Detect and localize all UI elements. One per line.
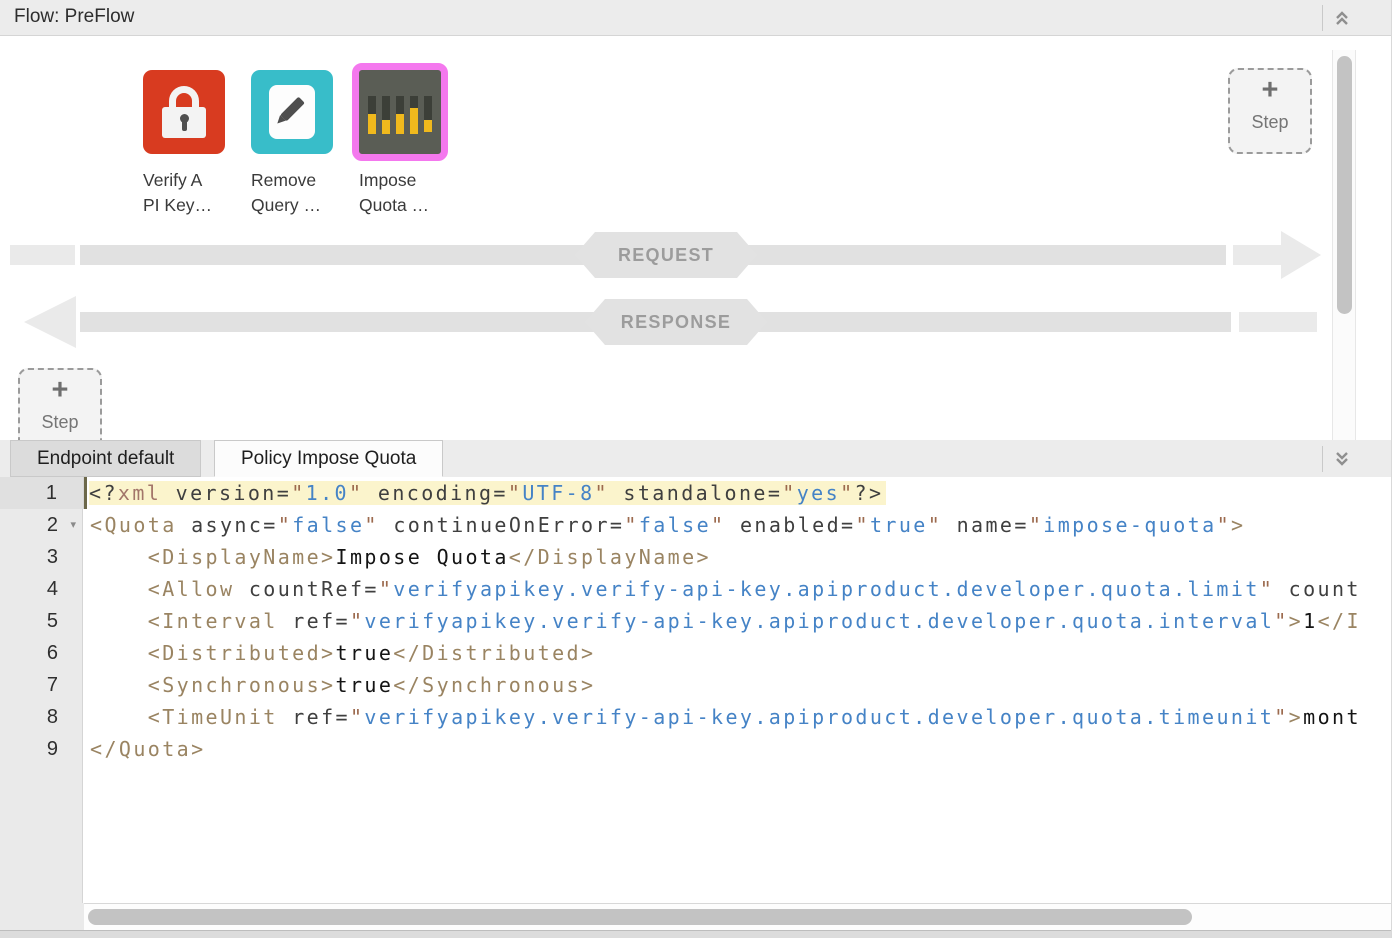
remove-query-policy-icon <box>251 70 333 154</box>
arrow-segment <box>10 245 75 265</box>
request-badge: REQUEST <box>575 232 757 278</box>
response-badge: RESPONSE <box>585 299 767 345</box>
tab-policy-impose-quota[interactable]: Policy Impose Quota <box>214 440 443 477</box>
code-text[interactable]: <TimeUnit ref="verifyapikey.verify-api-k… <box>84 701 1392 733</box>
text-cursor <box>84 477 87 509</box>
line-number: 1 <box>0 477 84 509</box>
line-number: 3 <box>0 541 84 573</box>
policy-step-label: Remove Query … <box>251 168 333 218</box>
code-line-8[interactable]: 8 <TimeUnit ref="verifyapikey.verify-api… <box>0 701 1392 733</box>
divider <box>1322 5 1323 31</box>
policy-step-verify-api-key[interactable]: Verify A PI Key… <box>143 70 225 218</box>
policy-step-remove-query[interactable]: Remove Query … <box>251 70 333 218</box>
quota-bars-icon <box>368 96 432 134</box>
flow-panel: Flow: PreFlow <box>0 0 1392 440</box>
vertical-scrollbar[interactable] <box>1332 50 1356 440</box>
arrow-segment <box>1233 245 1281 265</box>
current-line-highlight: <?xml version="1.0" encoding="UTF-8" sta… <box>89 481 886 505</box>
fold-toggle-icon[interactable]: ▾ <box>70 509 76 541</box>
add-step-button-response[interactable]: + Step <box>18 368 102 440</box>
line-number: 2▾ <box>0 509 84 541</box>
line-number: 5 <box>0 605 84 637</box>
horizontal-scrollbar[interactable] <box>84 903 1392 930</box>
code-line-6[interactable]: 6 <Distributed>true</Distributed> <box>0 637 1392 669</box>
policy-step-list: Verify A PI Key… Remove Query … <box>143 70 441 218</box>
chevrons-up-icon <box>1333 9 1351 27</box>
line-number: 9 <box>0 733 84 765</box>
code-text[interactable]: <DisplayName>Impose Quota</DisplayName> <box>84 541 1392 573</box>
code-line-1[interactable]: 1<?xml version="1.0" encoding="UTF-8" st… <box>0 477 1392 509</box>
arrowhead-left-icon <box>24 296 76 348</box>
plus-icon: + <box>52 374 69 406</box>
plus-icon: + <box>1262 74 1279 106</box>
arrowhead-right-icon <box>1281 231 1321 279</box>
code-text[interactable]: <?xml version="1.0" encoding="UTF-8" sta… <box>83 477 1392 509</box>
code-lines: 1<?xml version="1.0" encoding="UTF-8" st… <box>0 477 1392 765</box>
add-step-button-request[interactable]: + Step <box>1228 68 1312 154</box>
collapse-editor-panel-button[interactable] <box>1328 445 1356 473</box>
apigee-flow-editor: Flow: PreFlow <box>0 0 1392 938</box>
code-line-9[interactable]: 9</Quota> <box>0 733 1392 765</box>
gutter-corner <box>0 903 84 930</box>
verify-api-key-policy-icon <box>143 70 225 154</box>
code-line-7[interactable]: 7 <Synchronous>true</Synchronous> <box>0 669 1392 701</box>
policy-step-label: Verify A PI Key… <box>143 168 225 218</box>
collapse-flow-panel-button[interactable] <box>1328 4 1356 32</box>
editor-tab-bar: Endpoint default Policy Impose Quota <box>0 440 1392 477</box>
code-line-5[interactable]: 5 <Interval ref="verifyapikey.verify-api… <box>0 605 1392 637</box>
pencil-icon <box>269 85 315 139</box>
flow-title: Flow: PreFlow <box>14 6 134 28</box>
tab-endpoint-default[interactable]: Endpoint default <box>10 440 201 477</box>
code-text[interactable]: <Interval ref="verifyapikey.verify-api-k… <box>84 605 1392 637</box>
code-text[interactable]: </Quota> <box>84 733 1392 765</box>
code-line-4[interactable]: 4 <Allow countRef="verifyapikey.verify-a… <box>0 573 1392 605</box>
line-number: 6 <box>0 637 84 669</box>
divider <box>1322 446 1323 472</box>
horizontal-scrollbar-thumb[interactable] <box>88 909 1192 925</box>
chevrons-down-icon <box>1333 450 1351 468</box>
policy-step-impose-quota-selected[interactable]: Impose Quota … <box>359 70 441 218</box>
xml-code-editor[interactable]: 1<?xml version="1.0" encoding="UTF-8" st… <box>0 477 1392 903</box>
code-text[interactable]: <Quota async="false" continueOnError="fa… <box>84 509 1392 541</box>
vertical-scrollbar-thumb[interactable] <box>1337 56 1352 314</box>
line-number: 7 <box>0 669 84 701</box>
line-number: 4 <box>0 573 84 605</box>
code-line-3[interactable]: 3 <DisplayName>Impose Quota</DisplayName… <box>0 541 1392 573</box>
editor-bottom-bar <box>0 903 1392 930</box>
code-line-2[interactable]: 2▾<Quota async="false" continueOnError="… <box>0 509 1392 541</box>
window-bottom-edge <box>0 930 1392 938</box>
lock-icon <box>162 86 206 138</box>
code-text[interactable]: <Synchronous>true</Synchronous> <box>84 669 1392 701</box>
flow-panel-header: Flow: PreFlow <box>0 0 1392 36</box>
arrow-segment <box>1239 312 1317 332</box>
line-number: 8 <box>0 701 84 733</box>
code-text[interactable]: <Allow countRef="verifyapikey.verify-api… <box>84 573 1392 605</box>
editor-panel: Endpoint default Policy Impose Quota 1<?… <box>0 440 1392 938</box>
policy-step-label: Impose Quota … <box>359 168 441 218</box>
impose-quota-policy-icon <box>352 63 448 161</box>
code-text[interactable]: <Distributed>true</Distributed> <box>84 637 1392 669</box>
